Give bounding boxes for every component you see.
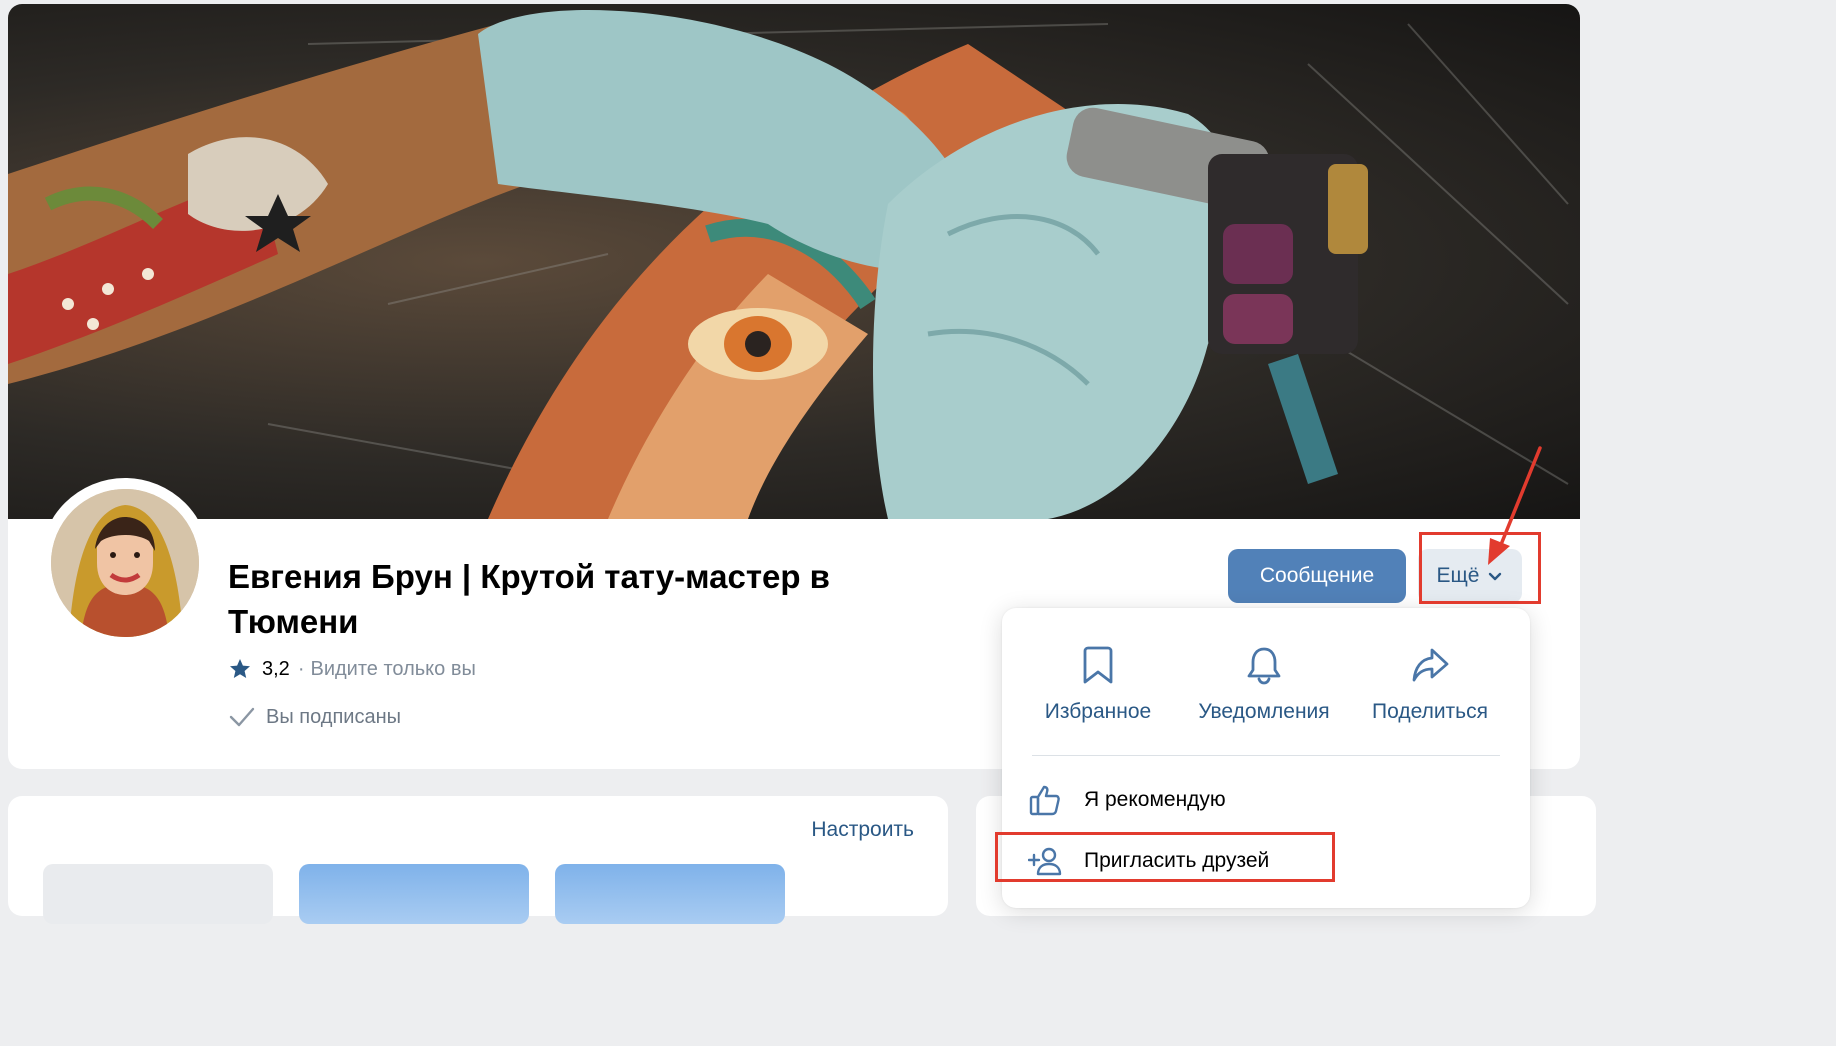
avatar-portrait [51, 489, 199, 637]
avatar[interactable] [51, 489, 199, 637]
thumbs-up-icon [1029, 785, 1060, 816]
configure-link[interactable]: Настроить [811, 818, 914, 842]
menu-item-label: Я рекомендую [1084, 788, 1226, 811]
subscribed-label: Вы подписаны [266, 705, 401, 728]
avatar-frame [40, 478, 210, 648]
menu-divider [1032, 755, 1500, 756]
content-thumbnail[interactable] [43, 864, 273, 924]
rating-value: 3,2 [262, 657, 290, 680]
share-icon [1412, 648, 1449, 682]
quick-action-notifications[interactable]: Уведомления [1179, 644, 1349, 724]
quick-action-share[interactable]: Поделиться [1345, 644, 1515, 724]
annotation-highlight-invite [995, 832, 1335, 882]
quick-action-label: Избранное [1044, 700, 1152, 723]
content-thumbnail[interactable] [555, 864, 785, 924]
profile-meta: 3,2 · Видите только вы [228, 654, 476, 684]
bookmark-icon [1083, 646, 1113, 684]
quick-action-favorites[interactable]: Избранное [1013, 644, 1183, 724]
annotation-arrow [1488, 446, 1542, 565]
check-icon [229, 707, 255, 727]
message-button[interactable]: Сообщение [1228, 549, 1406, 603]
quick-action-label: Уведомления [1198, 700, 1330, 723]
quick-action-label: Поделиться [1372, 700, 1488, 723]
content-card: Настроить [8, 796, 948, 924]
menu-item-recommend[interactable]: Я рекомендую [1028, 780, 1226, 820]
cover-tattoo-illustration [8, 10, 1569, 519]
star-icon [230, 659, 250, 678]
subscribed-status[interactable]: Вы подписаны [228, 702, 401, 732]
cover-image [8, 4, 1580, 519]
content-thumbnail[interactable] [299, 864, 529, 924]
profile-name: Евгения Брун | Крутой тату-мастер в Тюме… [228, 558, 830, 640]
bell-icon [1247, 647, 1281, 685]
visibility-note: Видите только вы [310, 657, 476, 680]
meta-separator: · [297, 657, 305, 680]
